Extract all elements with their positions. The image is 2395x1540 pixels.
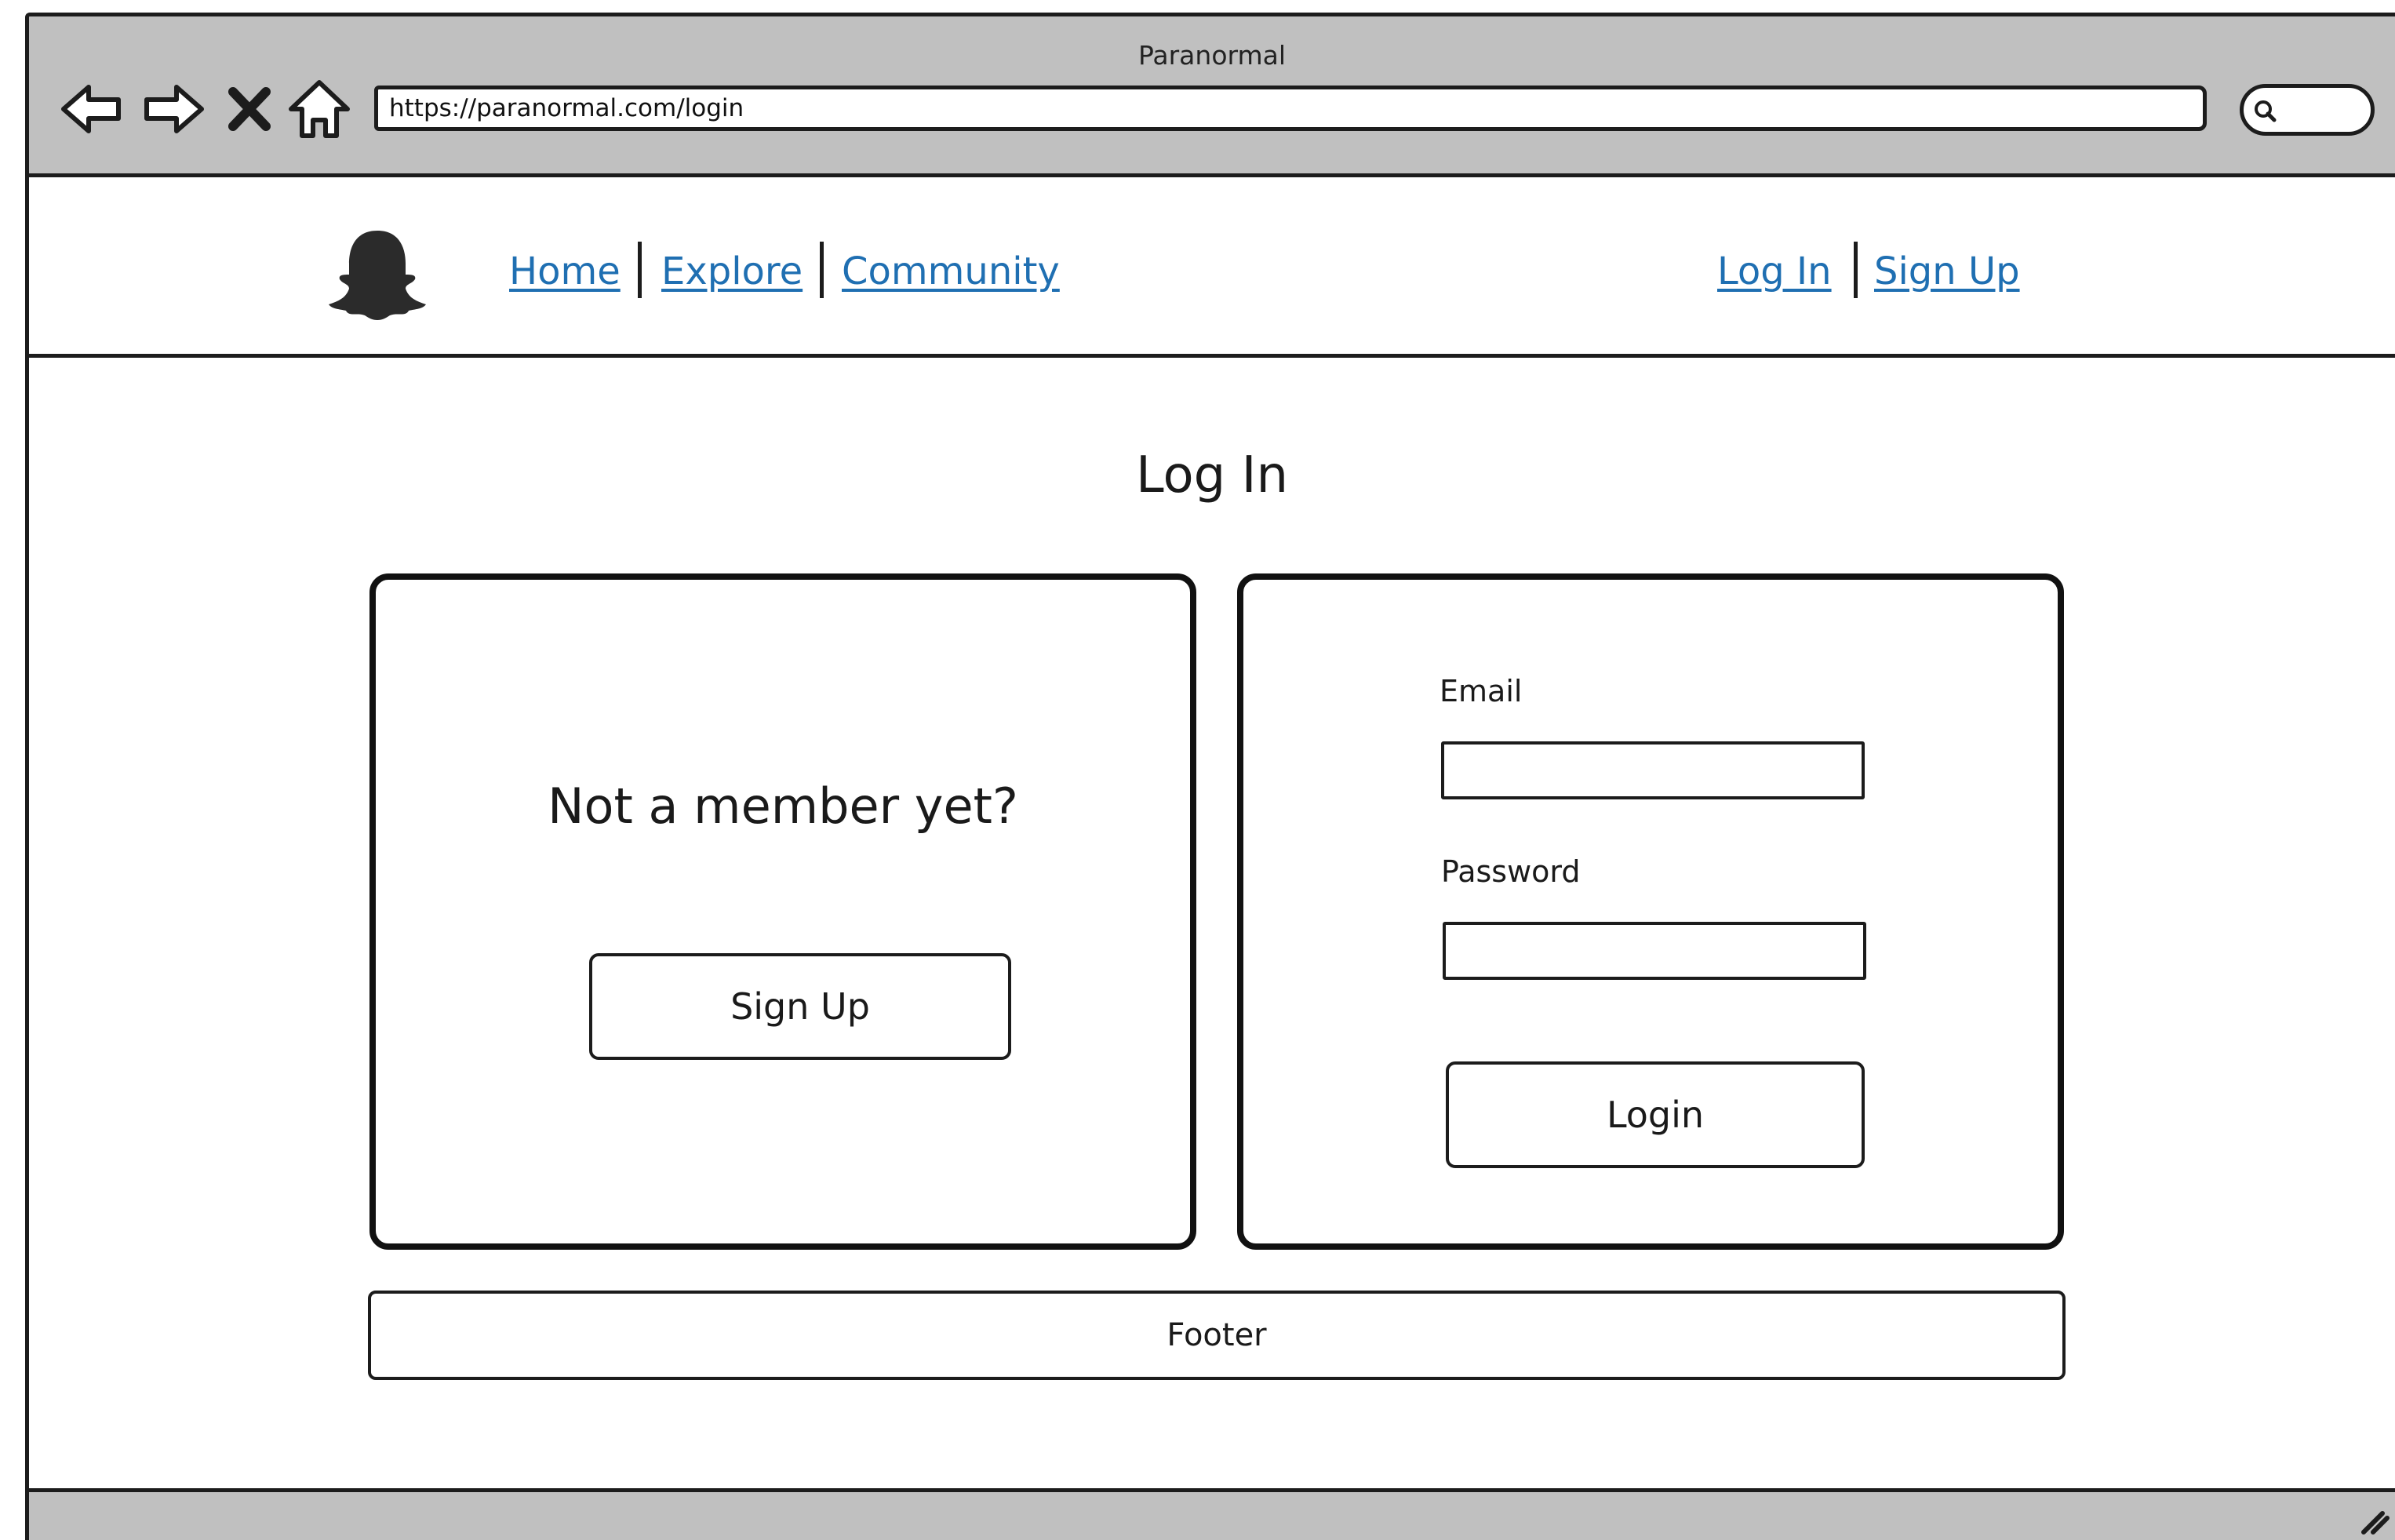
nav-link-community[interactable]: Community <box>842 249 1060 293</box>
email-field[interactable] <box>1441 741 1865 799</box>
password-field[interactable] <box>1443 922 1866 980</box>
password-label: Password <box>1441 854 1581 889</box>
forward-arrow-icon[interactable] <box>140 76 206 142</box>
site-header: Home Explore Community Log In Sign Up <box>29 177 2395 358</box>
browser-window: Paranormal https://paranormal.com/login <box>25 13 2395 1540</box>
home-icon[interactable] <box>286 76 352 142</box>
browser-status-bar <box>29 1488 2395 1540</box>
page-title: Log In <box>1135 446 1289 504</box>
header-signup-link[interactable]: Sign Up <box>1874 249 2020 293</box>
signup-button[interactable]: Sign Up <box>589 953 1011 1060</box>
browser-toolbar: Paranormal https://paranormal.com/login <box>29 16 2395 177</box>
resize-grip-icon[interactable] <box>2356 1501 2390 1535</box>
address-bar[interactable]: https://paranormal.com/login <box>374 86 2207 131</box>
close-icon[interactable] <box>224 76 275 142</box>
login-form-panel: Email Password Login <box>1237 573 2064 1250</box>
ghost-logo-icon[interactable] <box>326 226 429 322</box>
email-label: Email <box>1440 674 1523 708</box>
nav-divider <box>1854 242 1858 298</box>
browser-search-field[interactable] <box>2240 84 2375 136</box>
page-footer: Footer <box>368 1291 2066 1380</box>
signup-prompt: Not a member yet? <box>548 777 1018 835</box>
nav-link-home[interactable]: Home <box>509 249 621 293</box>
nav-divider <box>638 242 642 298</box>
nav-divider <box>820 242 824 298</box>
back-arrow-icon[interactable] <box>59 76 125 142</box>
nav-link-explore[interactable]: Explore <box>661 249 803 293</box>
signup-panel: Not a member yet? Sign Up <box>369 573 1196 1250</box>
window-title: Paranormal <box>1137 40 1287 71</box>
header-login-link[interactable]: Log In <box>1717 249 1832 293</box>
search-icon <box>2255 100 2277 122</box>
login-button[interactable]: Login <box>1446 1061 1865 1168</box>
